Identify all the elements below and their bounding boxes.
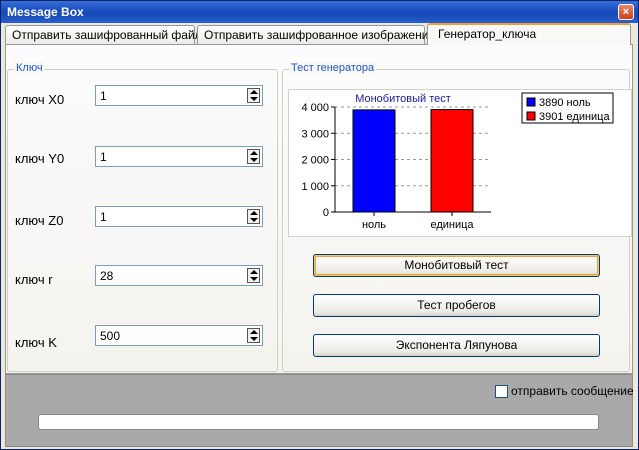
spin-up-icon[interactable] [250,330,258,334]
generator-test-group-title: Тест генератора [289,62,377,74]
key-r-value: 28 [100,269,114,283]
spin-down-icon[interactable] [250,277,258,281]
key-k-spinner[interactable] [247,328,260,343]
chart-x-tick-label: единица [430,219,474,231]
send-message-label: отправить сообщение [511,384,634,398]
key-z0-input[interactable]: 1 [95,206,263,227]
progress-bar [38,414,599,430]
chart-y-tick-label: 4 000 [301,102,329,114]
key-z0-spinner[interactable] [247,209,260,224]
chart-legend-swatch [526,97,536,107]
key-k-input[interactable]: 500 [95,325,263,346]
key-z0-label: ключ Z0 [15,213,64,228]
chart-bar-1 [430,109,474,213]
key-x0-label: ключ X0 [15,92,65,107]
key-z0-value: 1 [100,210,107,224]
title-bar[interactable]: Message Box × [1,1,638,23]
chart-x-tick-label: ноль [362,219,386,231]
message-box-window: Message Box × Отправить зашифрованный фа… [0,0,639,450]
tab-send-encrypted-file[interactable]: Отправить зашифрованный файл [5,25,202,44]
send-message-checkbox[interactable] [495,385,508,398]
key-r-label: ключ r [15,272,53,287]
chart-y-tick-label: 0 [323,207,329,219]
spin-down-icon[interactable] [250,337,258,341]
tab-key-generator[interactable]: Генератор_ключа [427,23,631,45]
key-x0-input[interactable]: 1 [95,85,263,106]
lyapunov-exponent-button[interactable]: Экспонента Ляпунова [313,334,600,357]
window-title: Message Box [7,5,84,19]
key-k-value: 500 [100,329,121,343]
key-r-input[interactable]: 28 [95,265,263,286]
spin-down-icon[interactable] [250,97,258,101]
key-x0-value: 1 [100,89,107,103]
spin-up-icon[interactable] [250,211,258,215]
chart-legend-label: 3901 единица [539,111,610,123]
chart-legend-swatch [526,111,536,121]
monobit-chart: Монобитовый тест 0 1 000 2 000 3 000 4 000 нол… [288,89,632,237]
key-y0-value: 1 [100,150,107,164]
monobit-test-button[interactable]: Монобитовый тест [313,254,600,277]
key-y0-spinner[interactable] [247,149,260,164]
runs-test-button[interactable]: Тест пробегов [313,294,600,317]
key-y0-input[interactable]: 1 [95,146,263,167]
chart-y-tick-label: 1 000 [301,181,329,193]
key-x0-spinner[interactable] [247,88,260,103]
chart-title: Монобитовый тест [355,93,451,105]
key-k-label: ключ K [15,335,57,350]
tab-send-encrypted-image[interactable]: Отправить зашифрованное изображение [197,25,435,44]
monobit-chart-svg: Монобитовый тест 0 1 000 2 000 3 000 4 000 нол… [301,92,614,231]
spin-down-icon[interactable] [250,158,258,162]
chart-y-tick-label: 2 000 [301,155,329,167]
spin-up-icon[interactable] [250,151,258,155]
spin-up-icon[interactable] [250,270,258,274]
chart-bar-0 [352,109,396,213]
key-group-title: Ключ [14,62,45,74]
key-y0-label: ключ Y0 [15,151,65,166]
close-button[interactable]: × [618,4,634,20]
chart-legend-label: 3890 ноль [539,97,591,109]
key-r-spinner[interactable] [247,268,260,283]
spin-up-icon[interactable] [250,90,258,94]
spin-down-icon[interactable] [250,218,258,222]
chart-y-tick-label: 3 000 [301,128,329,140]
